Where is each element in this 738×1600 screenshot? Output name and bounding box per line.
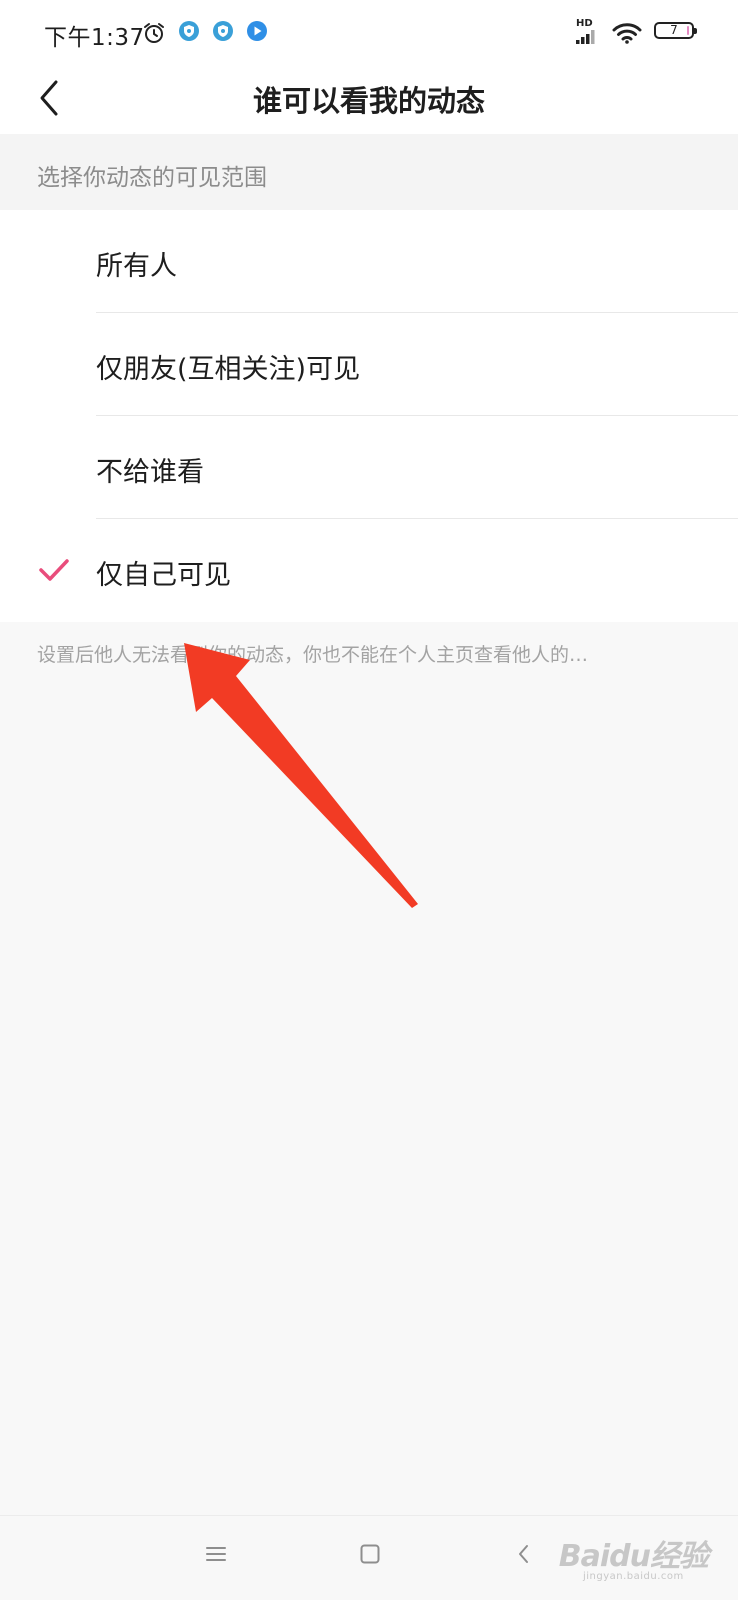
status-bar: 下午1:37 HD 7 bbox=[0, 0, 738, 64]
baidu-watermark: Baidu经验 jingyan.baidu.com bbox=[558, 1531, 709, 1582]
alarm-icon bbox=[144, 23, 164, 43]
battery-level: 7 bbox=[670, 23, 678, 37]
option-label: 仅朋友(互相关注)可见 bbox=[96, 354, 361, 385]
battery-icon: 7 bbox=[654, 22, 697, 39]
battery-charge-indicator bbox=[687, 26, 689, 35]
menu-icon[interactable] bbox=[204, 1542, 228, 1566]
title-bar: 谁可以看我的动态 bbox=[0, 64, 738, 134]
back-chevron-icon[interactable] bbox=[512, 1542, 536, 1566]
shield-app-icon bbox=[213, 21, 233, 41]
status-time: 下午1:37 bbox=[44, 25, 145, 51]
watermark-main: Baidu经验 bbox=[558, 1539, 709, 1574]
home-square-icon[interactable] bbox=[358, 1542, 382, 1566]
page-title: 谁可以看我的动态 bbox=[252, 84, 485, 118]
checkmark-icon bbox=[39, 559, 69, 581]
option-hide-from[interactable]: 不给谁看 bbox=[0, 416, 738, 519]
option-mutual-friends[interactable]: 仅朋友(互相关注)可见 bbox=[0, 313, 738, 416]
visibility-footnote: 设置后他人无法看到你的动态，你也不能在个人主页查看他人的… bbox=[37, 644, 589, 666]
system-nav-bar: Baidu经验 jingyan.baidu.com bbox=[0, 1515, 738, 1600]
section-header: 选择你动态的可见范围 bbox=[0, 134, 738, 210]
wifi-icon bbox=[612, 23, 642, 44]
option-label: 所有人 bbox=[96, 251, 177, 282]
network-type-label: HD bbox=[576, 18, 593, 29]
option-everyone[interactable]: 所有人 bbox=[0, 210, 738, 313]
visibility-options-list: 所有人 仅朋友(互相关注)可见 不给谁看 仅自己可见 bbox=[0, 210, 738, 622]
play-app-icon bbox=[247, 21, 267, 41]
section-label: 选择你动态的可见范围 bbox=[37, 165, 267, 191]
shield-app-icon bbox=[179, 21, 199, 41]
option-only-me[interactable]: 仅自己可见 bbox=[0, 519, 738, 622]
signal-icon bbox=[576, 30, 595, 44]
option-label: 不给谁看 bbox=[96, 457, 204, 488]
option-label: 仅自己可见 bbox=[96, 560, 231, 591]
